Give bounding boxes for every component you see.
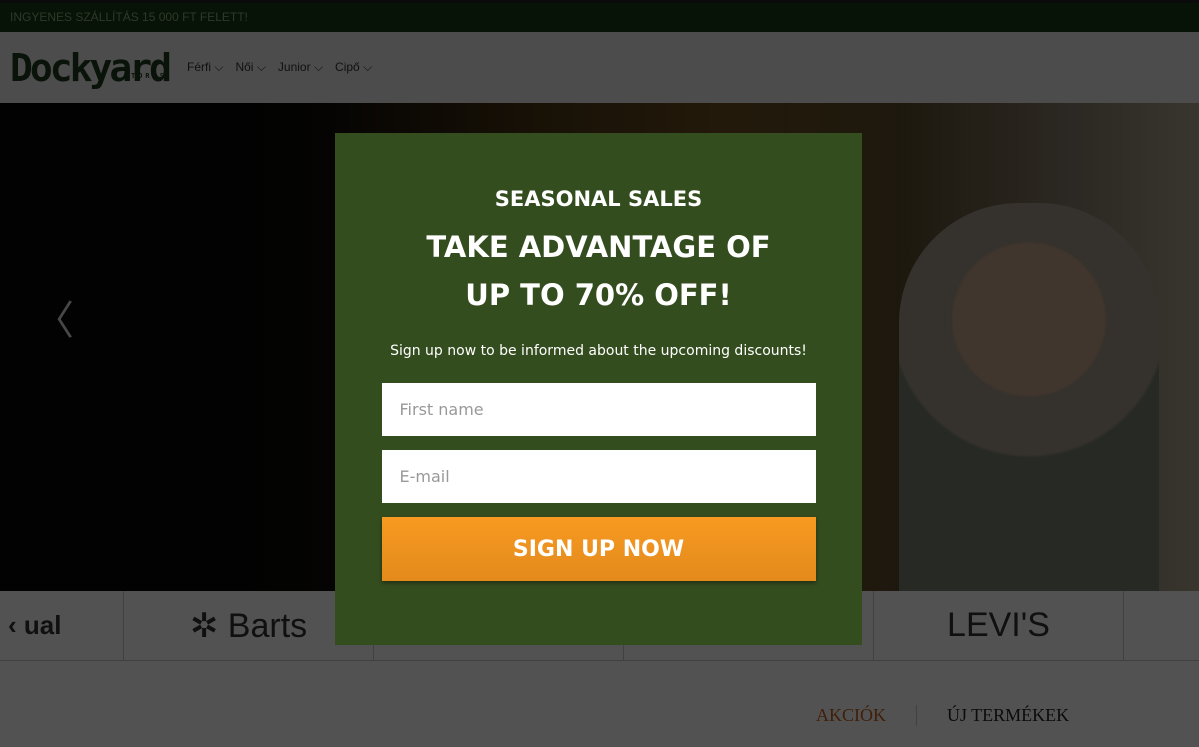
- tab-new[interactable]: ÚJ TERMÉKEK: [917, 705, 1069, 726]
- modal-headline: TAKE ADVANTAGE OF UP TO 70% OFF!: [426, 230, 771, 312]
- logo[interactable]: Dockyard STORES: [10, 46, 172, 90]
- modal-kicker: SEASONAL SALES: [494, 187, 703, 211]
- main-nav: Férfi ⌵ Női ⌵ Junior ⌵ Cipő ⌵: [187, 60, 372, 75]
- logo-sub: STORES: [123, 71, 168, 80]
- tab-sales[interactable]: AKCIÓK: [816, 705, 917, 726]
- nav-noi[interactable]: Női ⌵: [235, 60, 265, 75]
- email-input[interactable]: [381, 450, 816, 503]
- chevron-left-icon[interactable]: 〈: [34, 288, 74, 346]
- shipping-text: INGYENES SZÁLLÍTÁS 15 000 FT FELETT!: [10, 10, 248, 24]
- brand-item[interactable]: ‹ ual: [0, 591, 124, 660]
- brand-item[interactable]: LEVI'S: [874, 591, 1124, 660]
- nav-ferfi[interactable]: Férfi ⌵: [187, 60, 223, 75]
- shipping-banner: INGYENES SZÁLLÍTÁS 15 000 FT FELETT!: [0, 0, 1199, 32]
- modal-subtext: Sign up now to be informed about the upc…: [390, 343, 807, 359]
- nav-junior[interactable]: Junior ⌵: [278, 60, 323, 75]
- first-name-input[interactable]: [381, 383, 816, 436]
- sign-up-button[interactable]: SIGN UP NOW: [381, 517, 816, 581]
- signup-modal: SEASONAL SALES TAKE ADVANTAGE OF UP TO 70…: [335, 133, 862, 645]
- product-tabs: AKCIÓK ÚJ TERMÉKEK: [816, 705, 1069, 726]
- site-header: Dockyard STORES Férfi ⌵ Női ⌵ Junior ⌵ Ci…: [0, 32, 1199, 103]
- nav-cipo[interactable]: Cipő ⌵: [335, 60, 372, 75]
- hero-image: [899, 203, 1159, 591]
